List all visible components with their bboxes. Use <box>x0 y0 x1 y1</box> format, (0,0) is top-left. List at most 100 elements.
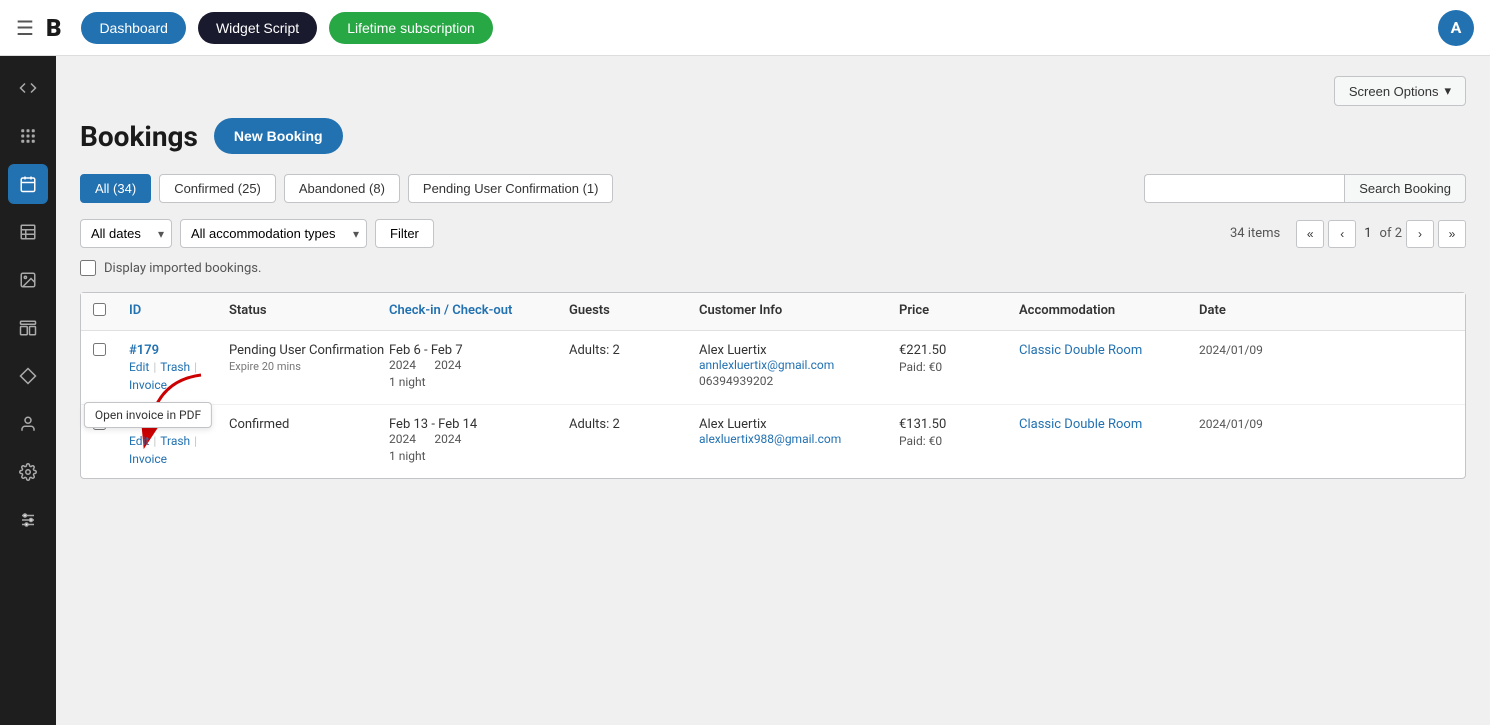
row-2-checkin-date: Feb 13 <box>389 417 428 432</box>
hamburger-menu[interactable]: ☰ <box>16 16 34 40</box>
row-1-tooltip: Open invoice in PDF <box>84 402 212 428</box>
dates-filter-wrapper: All dates <box>80 219 172 248</box>
row-2-nights: 1 night <box>389 449 569 463</box>
row-1-accommodation[interactable]: Classic Double Room <box>1019 343 1142 358</box>
second-filter-row: All dates All accommodation types Filter… <box>80 219 1466 248</box>
row-2-trash[interactable]: Trash <box>160 434 190 448</box>
sidebar-item-sliders[interactable] <box>8 500 48 540</box>
sidebar-item-settings[interactable] <box>8 452 48 492</box>
brand-logo: B <box>46 14 62 42</box>
th-id[interactable]: ID <box>129 303 229 320</box>
tab-abandoned[interactable]: Abandoned (8) <box>284 174 400 203</box>
screen-options-arrow: ▾ <box>1444 83 1451 99</box>
row-1-date-sep: - <box>424 343 431 358</box>
th-checkin[interactable]: Check-in / Check-out <box>389 303 569 320</box>
accommodation-filter[interactable]: All accommodation types <box>180 219 367 248</box>
row-2-date: 2024/01/09 <box>1199 417 1329 431</box>
row-1-edit[interactable]: Edit <box>129 360 149 374</box>
row-2-customer-email[interactable]: alexluertix988@gmail.com <box>699 432 899 446</box>
row-1-checkout-year: 2024 <box>434 358 461 372</box>
row-2-checkout-date: Feb 14 <box>438 417 477 432</box>
th-checkbox <box>93 303 129 320</box>
new-booking-button[interactable]: New Booking <box>214 118 343 154</box>
row-checkbox-1 <box>93 343 129 360</box>
next-page-button[interactable]: › <box>1406 220 1434 248</box>
row-1-price-cell: €221.50 Paid: €0 <box>899 343 1019 374</box>
row-2-price: €131.50 <box>899 417 1019 432</box>
row-1-accommodation-cell: Classic Double Room <box>1019 343 1199 358</box>
row-1-checkin-year: 2024 <box>389 358 416 372</box>
row-1-price: €221.50 <box>899 343 1019 358</box>
search-area: Search Booking <box>1144 174 1466 203</box>
search-input[interactable] <box>1144 174 1344 203</box>
sidebar-item-code[interactable] <box>8 68 48 108</box>
dates-filter[interactable]: All dates <box>80 219 172 248</box>
row-2-checkin-year: 2024 <box>389 432 416 446</box>
filter-button[interactable]: Filter <box>375 219 434 248</box>
sidebar-item-diamond[interactable] <box>8 356 48 396</box>
row-1-nights: 1 night <box>389 375 569 389</box>
row-1-status-cell: Pending User Confirmation Expire 20 mins <box>229 343 389 373</box>
table-row: #175 Edit | Trash | Invoice Confirmed Fe… <box>81 405 1465 478</box>
first-page-button[interactable]: « <box>1296 220 1324 248</box>
row-2-price-cell: €131.50 Paid: €0 <box>899 417 1019 448</box>
row-1-id-cell: #179 Edit | Trash | Invoice Open invoice… <box>129 343 229 392</box>
row-1-guests: Adults: 2 <box>569 343 699 358</box>
th-price: Price <box>899 303 1019 320</box>
row-2-guests: Adults: 2 <box>569 417 699 432</box>
th-status: Status <box>229 303 389 320</box>
sidebar <box>0 56 56 725</box>
tab-pending[interactable]: Pending User Confirmation (1) <box>408 174 614 203</box>
row-1-trash[interactable]: Trash <box>160 360 190 374</box>
row-1-customer-email[interactable]: annlexluertix@gmail.com <box>699 358 899 372</box>
sidebar-item-calendar[interactable] <box>8 164 48 204</box>
sidebar-item-grid[interactable] <box>8 116 48 156</box>
page-title: Bookings <box>80 120 198 153</box>
pagination: « ‹ 1 of 2 › » <box>1296 220 1466 248</box>
tabs-row: All (34) Confirmed (25) Abandoned (8) Pe… <box>80 174 1466 203</box>
display-imported-label: Display imported bookings. <box>104 261 261 276</box>
row-1-actions: Edit | Trash | Invoice Open invoice in P… <box>129 360 229 392</box>
row-1-customer-phone: 06394939202 <box>699 374 899 388</box>
row-2-edit[interactable]: Edit <box>129 434 149 448</box>
main-layout: Screen Options ▾ Bookings New Booking Al… <box>0 56 1490 725</box>
row-1-customer-name: Alex Luertix <box>699 343 899 358</box>
top-navigation: ☰ B Dashboard Widget Script Lifetime sub… <box>0 0 1490 56</box>
dashboard-button[interactable]: Dashboard <box>81 12 186 44</box>
tab-confirmed[interactable]: Confirmed (25) <box>159 174 276 203</box>
prev-page-button[interactable]: ‹ <box>1328 220 1356 248</box>
row-1-date: 2024/01/09 <box>1199 343 1329 357</box>
row-1-id[interactable]: #179 <box>129 343 229 358</box>
row-2-accommodation[interactable]: Classic Double Room <box>1019 417 1142 432</box>
page-header: Bookings New Booking <box>80 118 1466 154</box>
sidebar-item-layout[interactable] <box>8 308 48 348</box>
sidebar-item-users[interactable] <box>8 404 48 444</box>
sidebar-item-image[interactable] <box>8 260 48 300</box>
select-all-checkbox[interactable] <box>93 303 106 316</box>
row-2-paid: Paid: €0 <box>899 434 1019 448</box>
last-page-button[interactable]: » <box>1438 220 1466 248</box>
sidebar-item-table[interactable] <box>8 212 48 252</box>
th-date: Date <box>1199 303 1329 320</box>
screen-options-button[interactable]: Screen Options ▾ <box>1334 76 1466 106</box>
row-1-checkin-date: Feb 6 <box>389 343 421 358</box>
row-1-checkbox[interactable] <box>93 343 106 356</box>
row-2-dates-cell: Feb 13 - Feb 14 2024 2024 1 night <box>389 417 569 463</box>
screen-options-bar: Screen Options ▾ <box>80 76 1466 106</box>
th-customer: Customer Info <box>699 303 899 320</box>
row-1-invoice[interactable]: Invoice <box>129 378 167 392</box>
row-1-expire: Expire 20 mins <box>229 360 389 373</box>
row-1-invoice-container: Invoice Open invoice in PDF <box>129 378 167 392</box>
row-2-status: Confirmed <box>229 417 389 432</box>
search-booking-button[interactable]: Search Booking <box>1344 174 1466 203</box>
tab-all[interactable]: All (34) <box>80 174 151 203</box>
current-page: 1 <box>1360 226 1375 241</box>
row-2-invoice[interactable]: Invoice <box>129 452 167 466</box>
lifetime-subscription-button[interactable]: Lifetime subscription <box>329 12 493 44</box>
avatar[interactable]: A <box>1438 10 1474 46</box>
display-imported-checkbox[interactable] <box>80 260 96 276</box>
widget-script-button[interactable]: Widget Script <box>198 12 317 44</box>
accommodation-filter-wrapper: All accommodation types <box>180 219 367 248</box>
row-1-status: Pending User Confirmation <box>229 343 389 358</box>
page-of: of 2 <box>1380 226 1402 241</box>
